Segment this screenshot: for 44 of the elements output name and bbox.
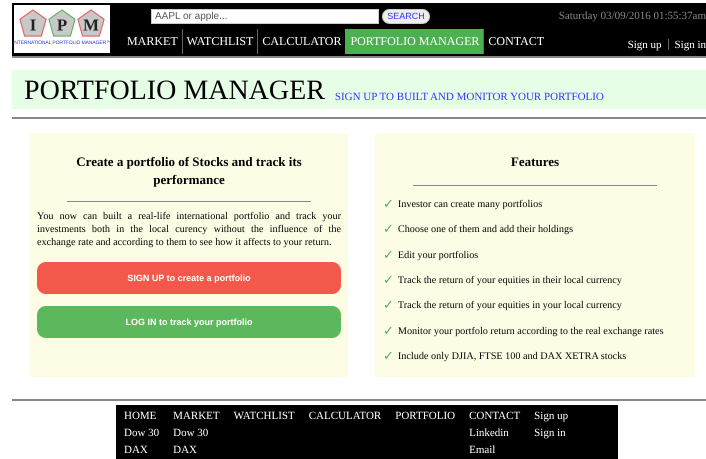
date-time: Saturday 03/09/2016 01:55:37am [558, 10, 706, 22]
feature-text: Edit your portfolios [398, 250, 478, 261]
pentagon-icon: M [77, 8, 105, 38]
pentagon-icon: I [19, 8, 47, 38]
page-title: PORTFOLIO MANAGER [24, 74, 325, 108]
footer-link[interactable]: Dow 30 [173, 425, 220, 442]
footer-link[interactable]: CALCULATOR [308, 408, 382, 425]
footer-link[interactable]: CONTACT [469, 408, 520, 425]
footer-link[interactable]: DAX [124, 442, 160, 459]
signup-link[interactable]: SIGN UP TO BUILT AND MONITOR YOUR PORTFOLIO [334, 91, 604, 103]
auth-link[interactable]: Sign up [628, 38, 662, 50]
footer-link[interactable]: Email [469, 442, 520, 459]
check-icon: ✓ [383, 248, 394, 263]
check-icon: ✓ [383, 324, 394, 339]
footer-link[interactable]: HOME [124, 408, 160, 425]
check-icon: ✓ [383, 222, 394, 238]
feature-text: Choose one of them and add their holdings [398, 224, 574, 236]
nav-link[interactable]: CONTACT [483, 29, 548, 54]
footer-link[interactable]: WATCHLIST [234, 408, 295, 425]
feature-text: Include only DJIA, FTSE 100 and DAX XETRA stocks [398, 350, 626, 362]
card-title: Create a portfolio of Stocks and track its performance [75, 153, 303, 189]
footer-link[interactable]: Sign up [534, 408, 568, 425]
feature-text: Track the return of your equities in their local currency [398, 275, 622, 286]
auth-link[interactable]: Sign in [674, 38, 706, 50]
footer-link[interactable]: Sign in [534, 425, 568, 442]
check-icon: ✓ [383, 197, 394, 212]
intro-text: You now can built a real-life international portfolio and track your investments both in the local curency without the influence of the exchange rate and according to them to see how it affects to your return. [37, 210, 341, 249]
check-icon: ✓ [383, 298, 394, 314]
footer-link[interactable]: Linkedin [469, 425, 520, 442]
feature-text: Monitor your portfolo return according to the real exchange rates [398, 326, 664, 337]
pentagon-icon: P [48, 8, 76, 38]
nav-link[interactable]: MARKET [123, 29, 182, 54]
search-button[interactable]: SEARCH [382, 8, 430, 24]
footer-link[interactable]: Dow 30 [124, 425, 160, 442]
search-field[interactable]: AAPL or apple... [151, 8, 379, 24]
check-icon: ✓ [383, 273, 394, 288]
card-title: Features [510, 153, 560, 171]
check-icon: ✓ [383, 348, 394, 364]
footer-link[interactable]: MARKET [173, 408, 220, 425]
footer-link[interactable]: DAX [173, 442, 220, 459]
feature-text: Investor can create many portfolios [398, 199, 542, 210]
footer-link[interactable]: PORTFOLIO [395, 408, 456, 425]
feature-text: Track the return of your equities in your local currency [398, 300, 622, 312]
nav-link[interactable]: WATCHLIST [182, 29, 258, 54]
